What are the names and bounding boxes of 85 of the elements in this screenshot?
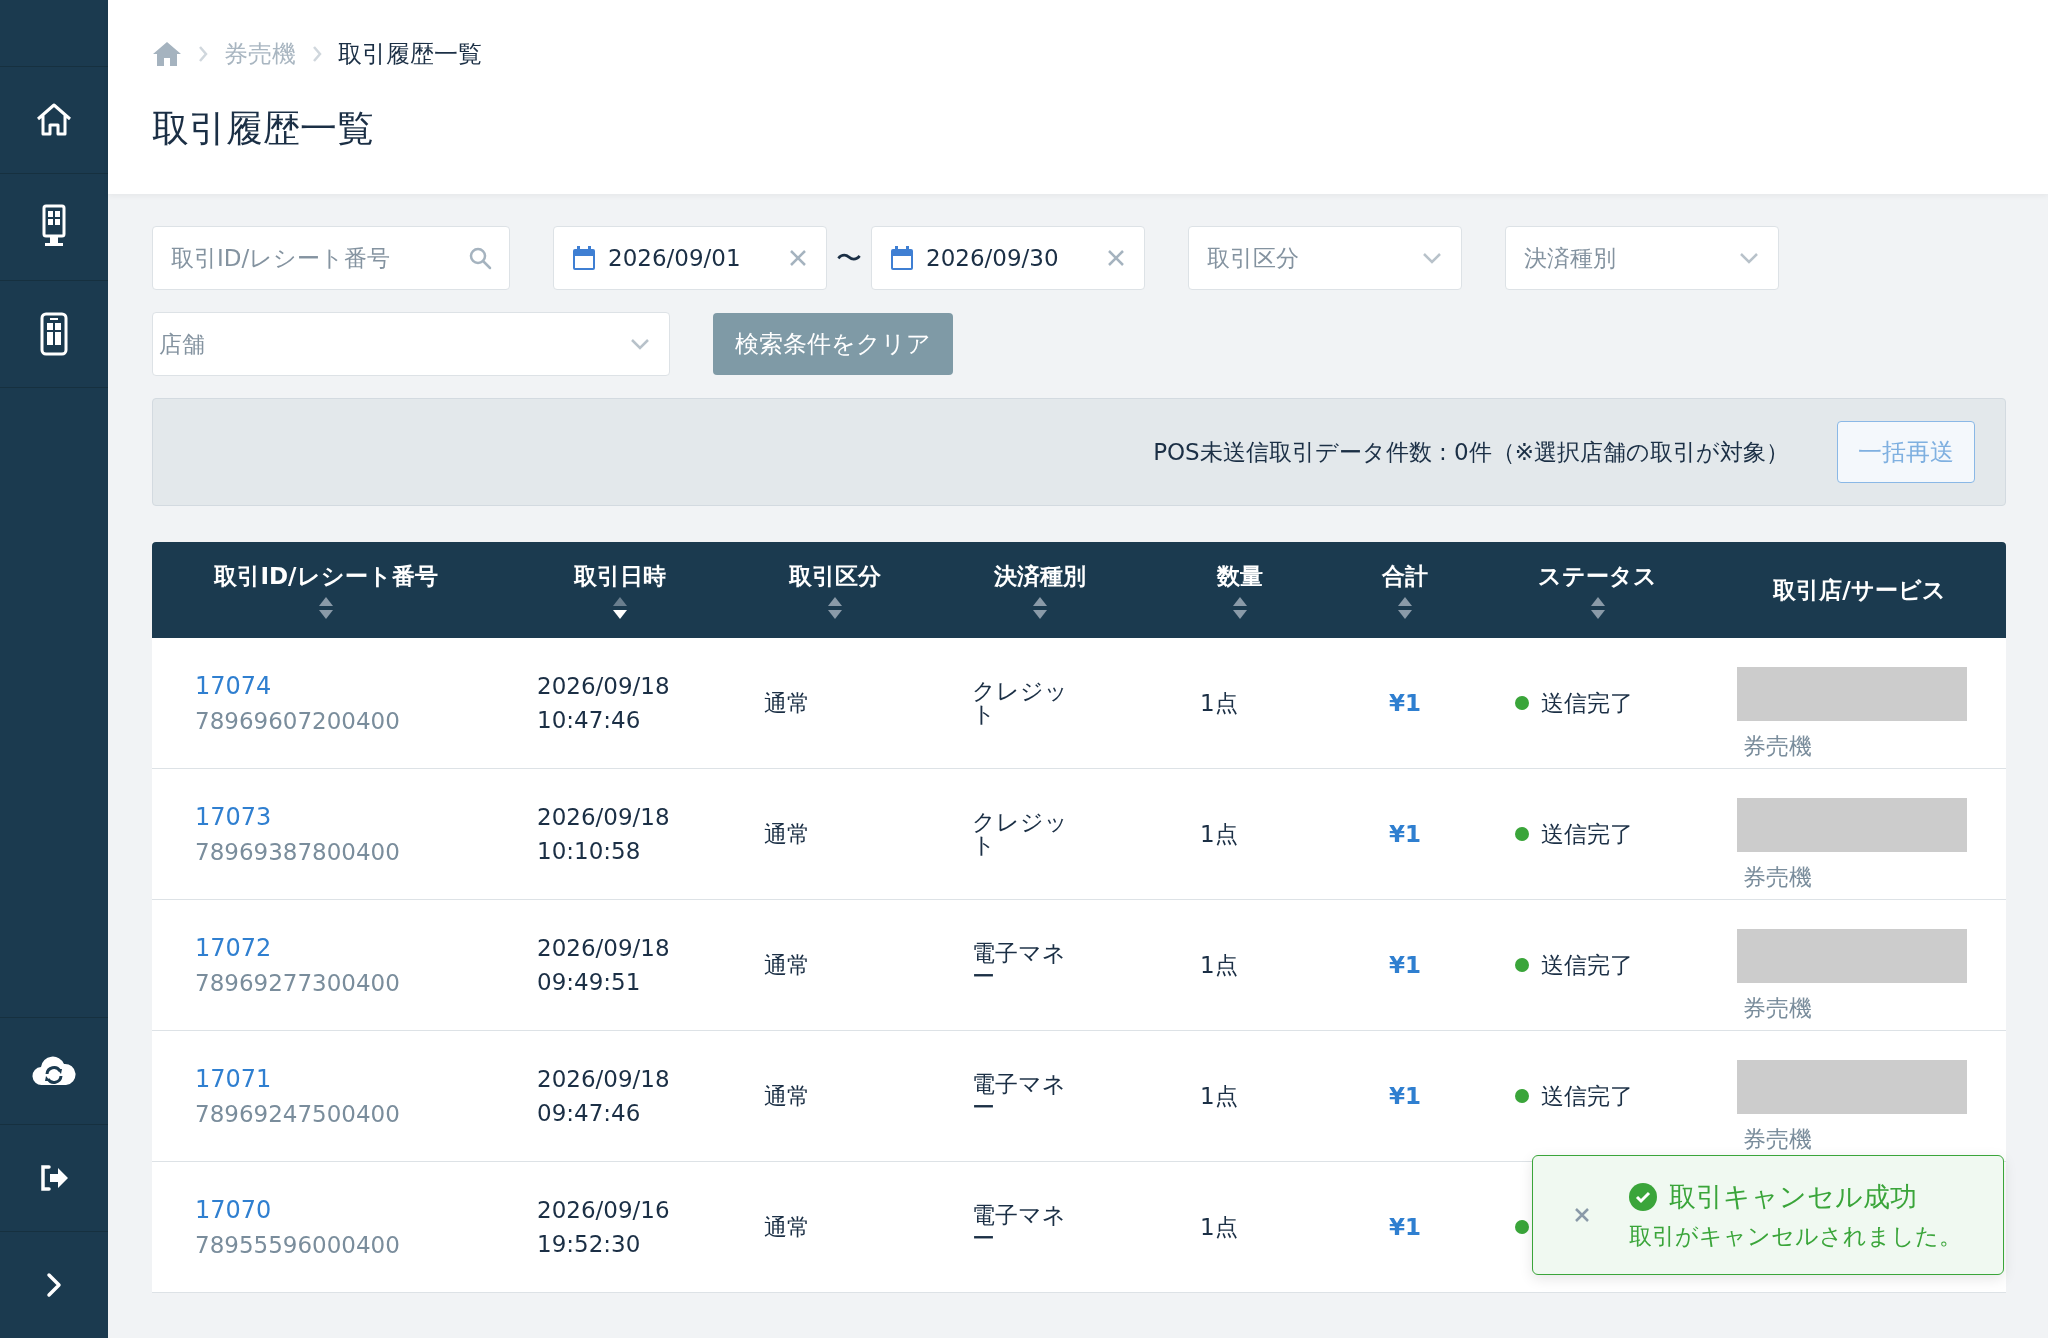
transaction-id-link[interactable]: 17071 [195,1065,500,1093]
column-header[interactable]: 取引ID/レシート番号 [214,560,438,592]
store-select[interactable]: 店舗 [152,312,670,376]
column-header[interactable]: 数量 [1217,560,1263,592]
transaction-id-link[interactable]: 17073 [195,803,500,831]
column-header[interactable]: 取引区分 [789,560,881,592]
close-icon[interactable] [1573,1206,1591,1224]
receipt-number: 78969607200400 [195,708,401,734]
chevron-right-icon [198,45,208,63]
quantity: 1点 [1200,688,1239,718]
chevron-down-icon [629,337,651,351]
payment-type: クレジット [972,680,1069,726]
clear-filters-button[interactable]: 検索条件をクリア [713,313,953,375]
search-field[interactable]: 取引ID/レシート番号 [152,226,510,290]
chevron-down-icon [1421,251,1443,265]
sort-icon[interactable] [612,595,628,620]
column-header[interactable]: 取引日時 [574,560,666,592]
transaction-time: 10:47:46 [537,707,642,733]
store-label: 券売機 [1742,1124,1813,1154]
status-label: 送信完了 [1541,1081,1633,1111]
payment-type: 電子マネー [972,942,1067,988]
transaction-time: 09:49:51 [537,969,642,995]
status-label: 送信完了 [1541,950,1633,980]
calendar-icon [890,245,914,271]
store-label: 券売機 [1742,731,1813,761]
transaction-type: 通常 [764,1081,811,1111]
payment-type: 電子マネー [972,1073,1067,1119]
quantity: 1点 [1200,950,1239,980]
total-amount: ¥1 [1389,1083,1421,1109]
payment-select[interactable]: 決済種別 [1505,226,1779,290]
column-header[interactable]: 取引店/サービス [1773,574,1946,606]
date-field[interactable]: 2026/09/01 [553,226,827,290]
column-header[interactable]: 合計 [1382,560,1428,592]
total-amount: ¥1 [1389,1214,1421,1240]
transaction-id-link[interactable]: 17072 [195,934,500,962]
calendar-icon [572,245,596,271]
pos-pending-count: POS未送信取引データ件数 : 0件（※選択店舗の取引が対象） [1153,437,1789,467]
transaction-time: 09:47:46 [537,1100,642,1126]
type-select[interactable]: 取引区分 [1188,226,1462,290]
status-label: 送信完了 [1541,819,1633,849]
receipt-number: 78955596000400 [195,1232,401,1258]
transaction-date: 2026/09/18 [537,935,671,961]
cloud-sync-icon[interactable] [32,1055,76,1087]
total-amount: ¥1 [1389,952,1421,978]
transaction-time: 19:52:30 [537,1231,642,1257]
range-separator: 〜 [836,241,862,275]
check-circle-icon [1629,1182,1657,1211]
quantity: 1点 [1200,1081,1239,1111]
total-amount: ¥1 [1389,821,1421,847]
receipt-number: 78969247500400 [195,1101,401,1127]
toast-title: 取引キャンセル成功 [1669,1179,1917,1214]
total-amount: ¥1 [1389,690,1421,716]
transaction-date: 2026/09/18 [537,804,671,830]
page-title: 取引履歴一覧 [152,106,375,152]
resend-button[interactable]: 一括再送 [1837,421,1975,483]
transaction-id-link[interactable]: 17074 [195,672,500,700]
receipt-number: 78969277300400 [195,970,401,996]
breadcrumb-current: 取引履歴一覧 [338,39,482,70]
transaction-date: 2026/09/18 [537,673,671,699]
transaction-type: 通常 [764,688,811,718]
date-field[interactable]: 2026/09/30 [871,226,1145,290]
chevron-right-icon [312,45,322,63]
receipt-number: 78969387800400 [195,839,401,865]
payment-type: クレジット [972,811,1069,857]
chevron-down-icon [1738,251,1760,265]
quantity: 1点 [1200,1212,1239,1242]
transaction-date: 2026/09/16 [537,1197,671,1223]
status-label: 送信完了 [1541,688,1633,718]
column-header[interactable]: 決済種別 [994,560,1086,592]
transaction-date: 2026/09/18 [537,1066,671,1092]
quantity: 1点 [1200,819,1239,849]
tablet-icon[interactable] [39,311,69,357]
column-header[interactable]: ステータス [1538,560,1657,592]
search-icon [468,246,492,270]
transaction-type: 通常 [764,1212,811,1242]
store-label: 券売機 [1742,862,1813,892]
store-label: 券売機 [1742,993,1813,1023]
transaction-type: 通常 [764,819,811,849]
payment-type: 電子マネー [972,1204,1067,1250]
transaction-type: 通常 [764,950,811,980]
transaction-time: 10:10:58 [537,838,642,864]
chevron-right-icon[interactable] [46,1272,62,1298]
logout-icon[interactable] [38,1164,70,1192]
toast-message: 取引がキャンセルされました。 [1629,1221,1962,1251]
transaction-id-link[interactable]: 17070 [195,1196,500,1224]
